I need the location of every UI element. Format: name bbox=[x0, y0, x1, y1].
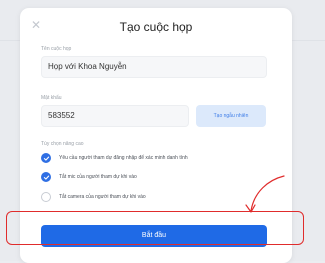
option-require-login[interactable]: Yêu cầu người tham dự đăng nhập để xác m… bbox=[41, 153, 188, 163]
checkbox-unchecked-icon[interactable] bbox=[41, 192, 51, 202]
option-mute-mic[interactable]: Tắt mic của người tham dự khi vào bbox=[41, 172, 137, 182]
meeting-name-label: Tên cuộc họp bbox=[41, 46, 72, 52]
password-input[interactable]: 583552 bbox=[41, 105, 189, 127]
annotation-arrow-icon bbox=[245, 175, 285, 213]
checkbox-checked-icon[interactable] bbox=[41, 153, 51, 163]
dialog-title: Tạo cuộc họp bbox=[119, 20, 193, 34]
background-divider bbox=[0, 40, 20, 41]
option-label: Tắt mic của người tham dự khi vào bbox=[59, 174, 137, 180]
option-label: Tắt camera của người tham dự khi vào bbox=[59, 194, 146, 200]
password-label: Mật khẩu bbox=[41, 95, 62, 101]
option-label: Yêu cầu người tham dự đăng nhập để xác m… bbox=[59, 155, 188, 161]
generate-random-button[interactable]: Tạo ngẫu nhiên bbox=[196, 105, 266, 127]
checkbox-checked-icon[interactable] bbox=[41, 172, 51, 182]
background-divider bbox=[292, 40, 325, 41]
option-disable-camera[interactable]: Tắt camera của người tham dự khi vào bbox=[41, 192, 146, 202]
meeting-name-input[interactable]: Họp với Khoa Nguyễn bbox=[41, 56, 267, 78]
advanced-options-label: Tùy chọn nâng cao bbox=[41, 141, 84, 147]
